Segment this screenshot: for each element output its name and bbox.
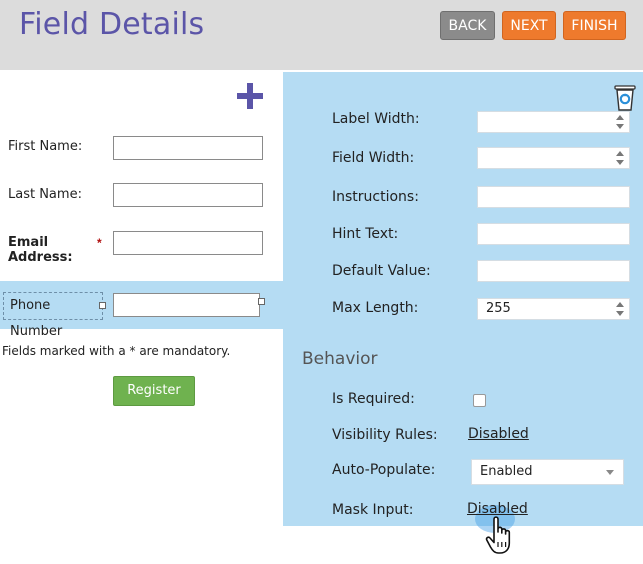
default-value-label: Default Value: — [332, 263, 431, 279]
required-asterisk: * — [97, 236, 102, 250]
resize-handle[interactable] — [99, 302, 106, 309]
next-button[interactable]: NEXT — [502, 11, 556, 40]
is-required-checkbox[interactable] — [473, 394, 486, 407]
label-width-field[interactable] — [477, 111, 630, 133]
mask-input-label: Mask Input: — [332, 502, 414, 518]
back-button[interactable]: BACK — [440, 11, 495, 40]
visibility-rules-label: Visibility Rules: — [332, 427, 438, 443]
behavior-heading: Behavior — [302, 349, 378, 369]
visibility-rules-link[interactable]: Disabled — [468, 426, 529, 442]
phone-number-label[interactable]: Phone Number — [3, 292, 103, 339]
instructions-label: Instructions: — [332, 189, 419, 205]
spinner-icon[interactable] — [616, 302, 624, 316]
first-name-field[interactable] — [113, 136, 263, 160]
instructions-field[interactable] — [477, 186, 630, 208]
phone-number-field[interactable] — [113, 293, 260, 317]
spinner-icon[interactable] — [616, 115, 624, 129]
label-width-label: Label Width: — [332, 111, 420, 127]
max-length-label: Max Length: — [332, 300, 419, 316]
resize-handle[interactable] — [258, 298, 265, 305]
field-width-label: Field Width: — [332, 150, 415, 166]
last-name-field[interactable] — [113, 183, 263, 207]
spinner-icon[interactable] — [616, 151, 624, 165]
default-value-field[interactable] — [477, 260, 630, 282]
auto-populate-label: Auto-Populate: — [332, 462, 436, 478]
last-name-label: Last Name: — [8, 187, 82, 202]
page-title: Field Details — [19, 7, 205, 42]
auto-populate-select[interactable]: Enabled — [471, 459, 624, 485]
header-bar: Field Details BACK NEXT FINISH — [0, 0, 643, 70]
hint-text-field[interactable] — [477, 223, 630, 245]
field-width-field[interactable] — [477, 147, 630, 169]
trash-icon[interactable] — [614, 84, 636, 112]
email-address-label: Email Address: — [8, 235, 73, 265]
is-required-label: Is Required: — [332, 391, 415, 407]
hint-text-label: Hint Text: — [332, 226, 399, 242]
hand-cursor-icon — [485, 516, 511, 554]
plus-icon[interactable] — [237, 83, 263, 109]
register-button[interactable]: Register — [113, 376, 195, 406]
mandatory-note: Fields marked with a * are mandatory. — [2, 344, 231, 358]
email-address-field[interactable] — [113, 231, 263, 255]
max-length-field[interactable]: 255 — [477, 298, 630, 320]
first-name-label: First Name: — [8, 139, 83, 154]
chevron-down-icon — [606, 470, 614, 475]
finish-button[interactable]: FINISH — [563, 11, 626, 40]
